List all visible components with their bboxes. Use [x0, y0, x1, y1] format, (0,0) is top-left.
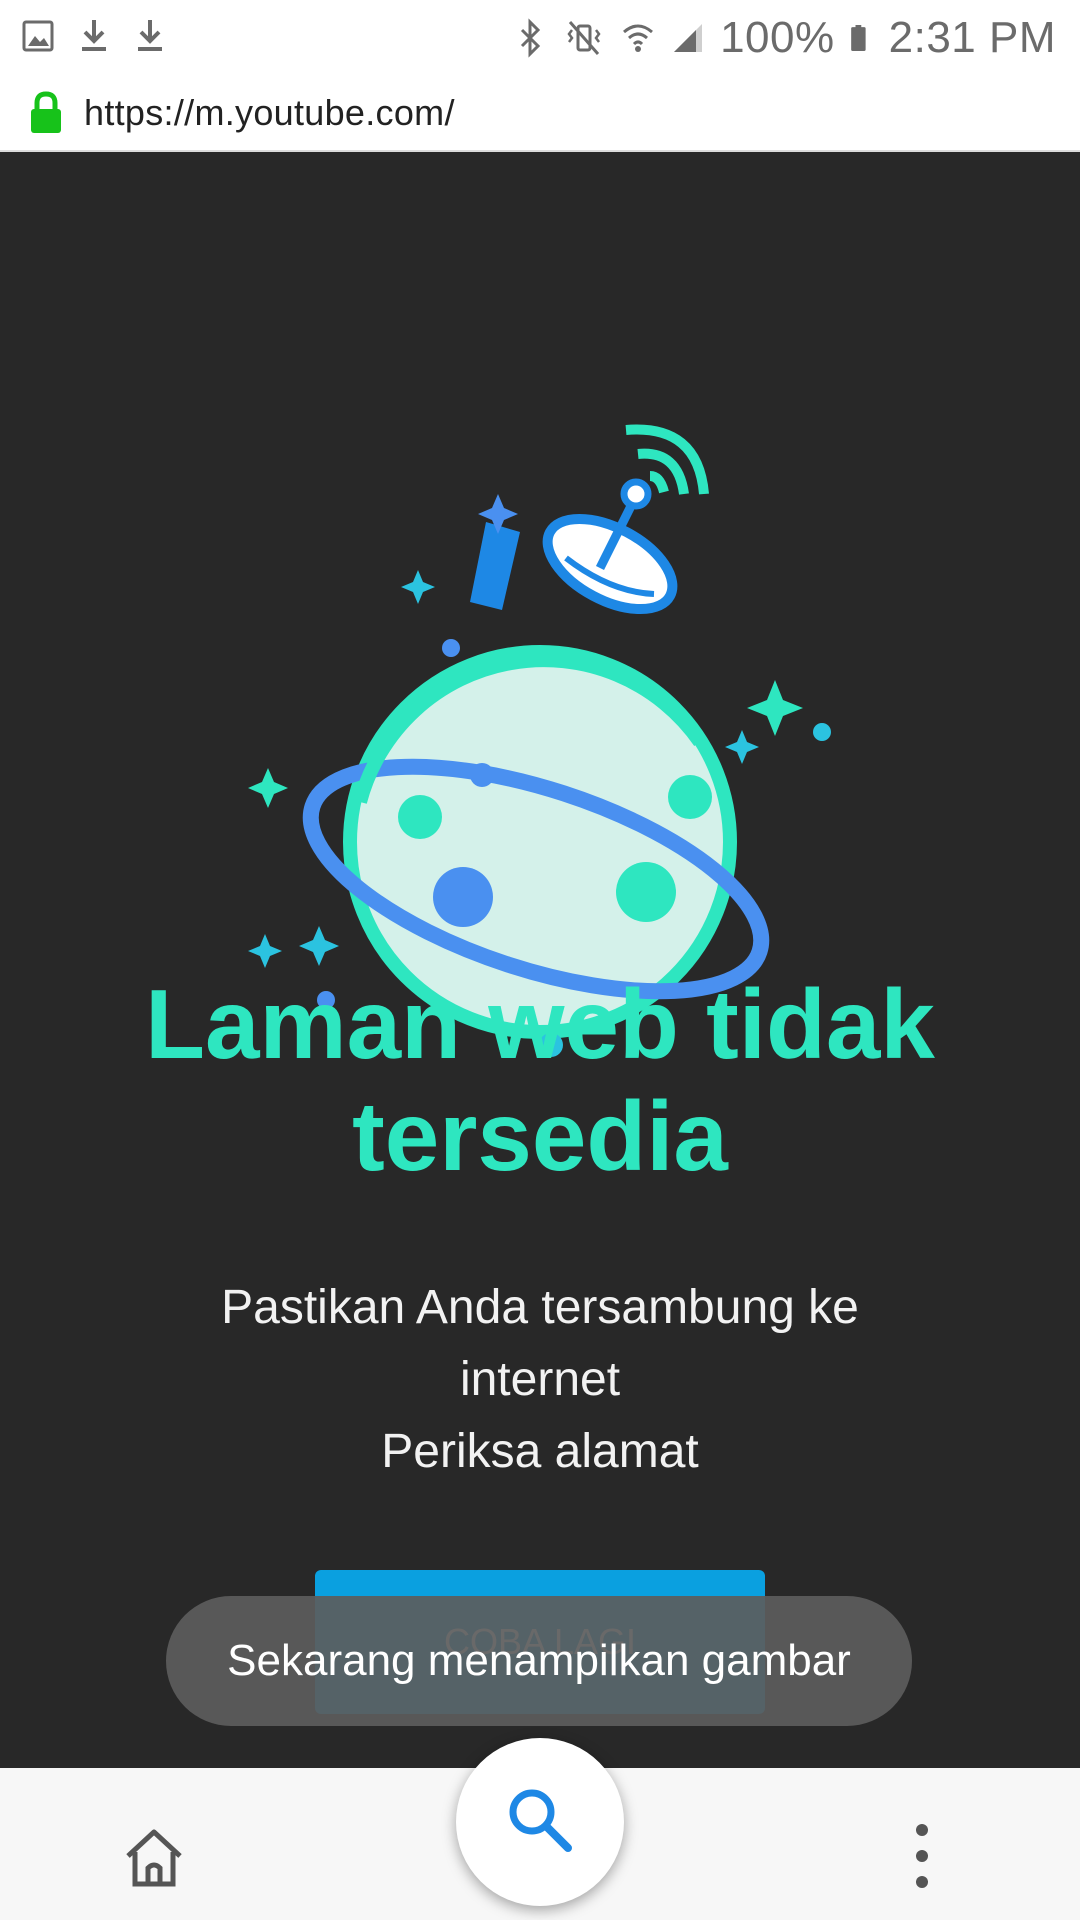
error-title: Laman web tidak tersedia — [145, 969, 935, 1191]
battery-icon — [850, 25, 866, 51]
wifi-icon — [623, 24, 654, 52]
image-icon — [22, 20, 54, 52]
clock: 2:31 PM — [888, 13, 1056, 62]
home-icon[interactable] — [122, 1826, 186, 1890]
status-bar: 100% 2:31 PM — [0, 0, 1080, 76]
search-button[interactable] — [456, 1738, 624, 1906]
error-hint-address: Periksa alamat — [381, 1425, 699, 1478]
bluetooth-icon — [521, 18, 541, 58]
download-icon — [138, 20, 162, 51]
toast-message: Sekarang menampilkan gambar — [166, 1596, 912, 1726]
address-bar[interactable]: https://m.youtube.com/ — [0, 76, 1080, 152]
signal-icon — [674, 24, 703, 52]
notification-icons — [20, 16, 168, 56]
lock-icon — [31, 91, 61, 133]
error-message: Pastikan Anda tersambung ke internet Per… — [150, 1272, 930, 1488]
battery-percent: 100% — [720, 13, 835, 62]
url-text[interactable]: https://m.youtube.com/ — [84, 92, 455, 134]
download-icon — [82, 20, 106, 51]
more-vert-icon[interactable] — [906, 1818, 938, 1894]
vibrate-icon — [567, 21, 601, 55]
error-hint-connection: Pastikan Anda tersambung ke internet — [221, 1281, 859, 1406]
error-page: Laman web tidak tersedia Pastikan Anda t… — [0, 152, 1080, 1768]
system-status: 100% 2:31 PM — [512, 10, 1056, 66]
search-icon — [509, 1789, 572, 1852]
